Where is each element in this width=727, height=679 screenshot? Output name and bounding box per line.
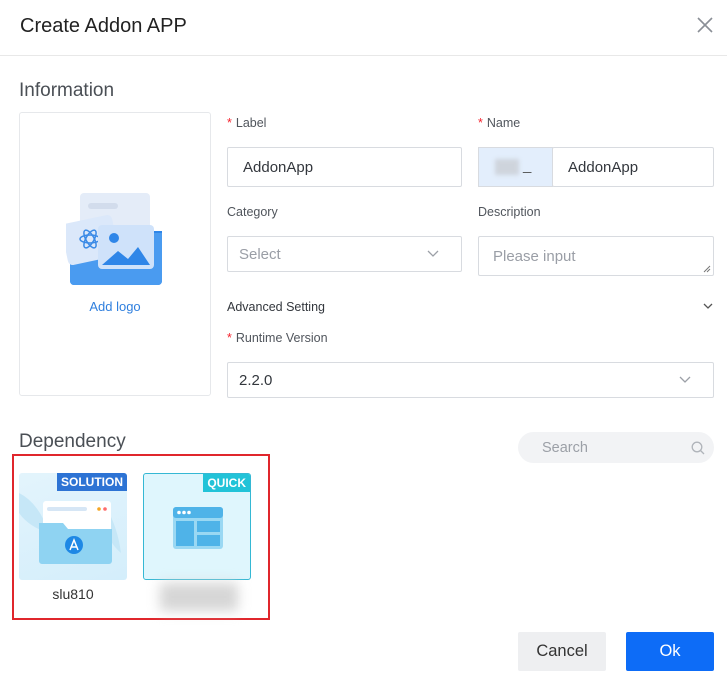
information-section-title: Information [19, 80, 115, 101]
dependency-card-quick[interactable]: QUICK [143, 473, 251, 580]
name-label-text: Name [486, 116, 521, 130]
description-placeholder: Please input [493, 247, 576, 265]
blurred-prefix [495, 159, 519, 175]
folder-image-icon [61, 193, 166, 290]
search-icon [691, 441, 705, 455]
resize-handle-icon[interactable] [703, 265, 711, 273]
runtime-version-value: 2.2.0 [239, 371, 273, 389]
label-value: AddonApp [243, 158, 314, 176]
chevron-down-icon [427, 250, 439, 257]
required-asterisk: * [227, 116, 232, 130]
category-select[interactable]: Select [227, 236, 462, 272]
cancel-button[interactable]: Cancel [518, 632, 606, 671]
name-input[interactable]: AddonApp [552, 147, 714, 187]
advanced-setting-toggle[interactable]: Advanced Setting [227, 300, 325, 314]
add-logo-link[interactable]: Add logo [20, 299, 210, 314]
layout-window-icon [173, 507, 223, 549]
runtime-version-select[interactable]: 2.2.0 [227, 362, 714, 398]
prefix-underscore: _ [523, 157, 532, 174]
quick-badge: QUICK [203, 474, 250, 492]
search-placeholder: Search [542, 439, 588, 456]
close-icon[interactable] [694, 14, 716, 36]
ok-button[interactable]: Ok [626, 632, 714, 671]
category-label: Category [227, 205, 278, 219]
blurred-card-name [160, 583, 238, 611]
runtime-version-label-text: Runtime Version [235, 331, 328, 345]
description-textarea[interactable]: Please input [478, 236, 714, 276]
label-field-label: * Label [227, 116, 266, 130]
required-asterisk: * [227, 331, 232, 345]
dialog-title: Create Addon APP [20, 15, 187, 37]
dependency-section-title: Dependency [19, 431, 126, 452]
runtime-version-label: * Runtime Version [227, 331, 328, 345]
dependency-card-name: slu810 [52, 586, 94, 602]
solution-badge: SOLUTION [57, 473, 127, 491]
logo-upload[interactable]: Add logo [19, 112, 211, 396]
label-input[interactable]: AddonApp [227, 147, 462, 187]
name-prefix: _ [478, 147, 553, 187]
required-asterisk: * [478, 116, 483, 130]
dependency-search-input[interactable]: Search [518, 432, 714, 463]
chevron-down-icon [679, 376, 691, 383]
chevron-down-icon[interactable] [703, 303, 713, 310]
description-label: Description [478, 205, 541, 219]
label-text: Label [235, 116, 267, 130]
name-field-label: * Name [478, 116, 520, 130]
category-placeholder: Select [239, 245, 281, 263]
dialog-header: Create Addon APP [0, 0, 727, 56]
dependency-card-solution[interactable]: SOLUTION [19, 473, 127, 580]
name-value: AddonApp [568, 158, 639, 176]
